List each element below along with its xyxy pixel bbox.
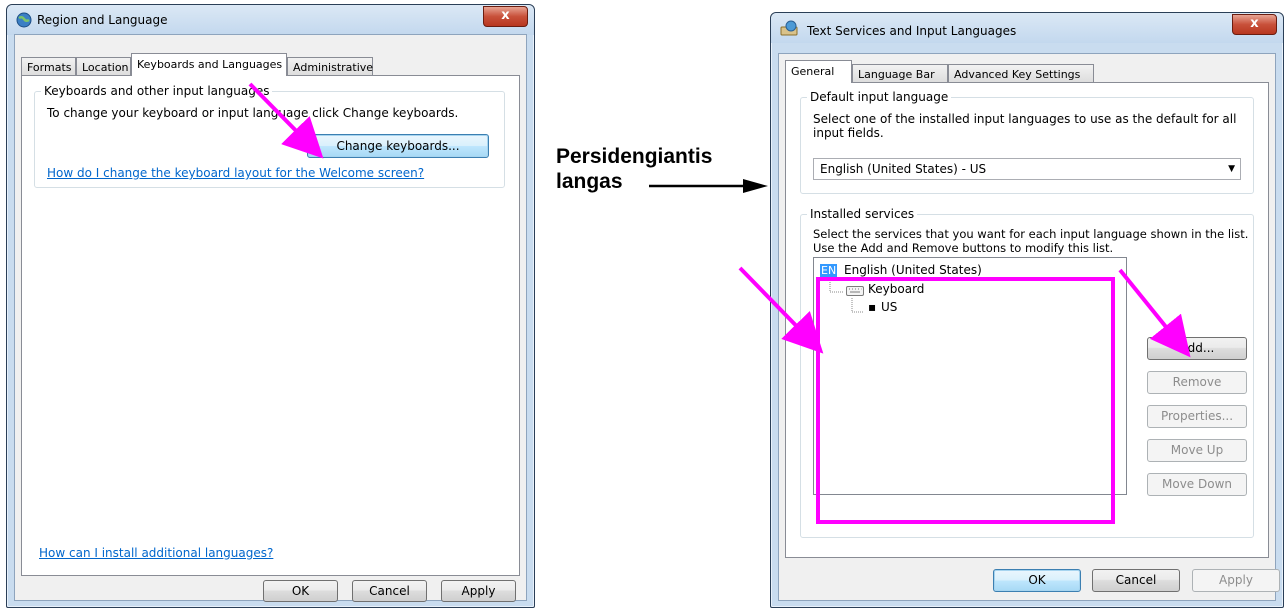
tab-general[interactable]: General: [785, 60, 852, 83]
tab-keyboards-languages[interactable]: Keyboards and Languages: [131, 53, 287, 76]
arrow-to-add-button: [1118, 268, 1191, 358]
annotation-arrows: [248, 82, 1191, 358]
arrow-to-change-keyboards: [248, 82, 324, 159]
arrow-to-services-tree: [738, 266, 824, 354]
